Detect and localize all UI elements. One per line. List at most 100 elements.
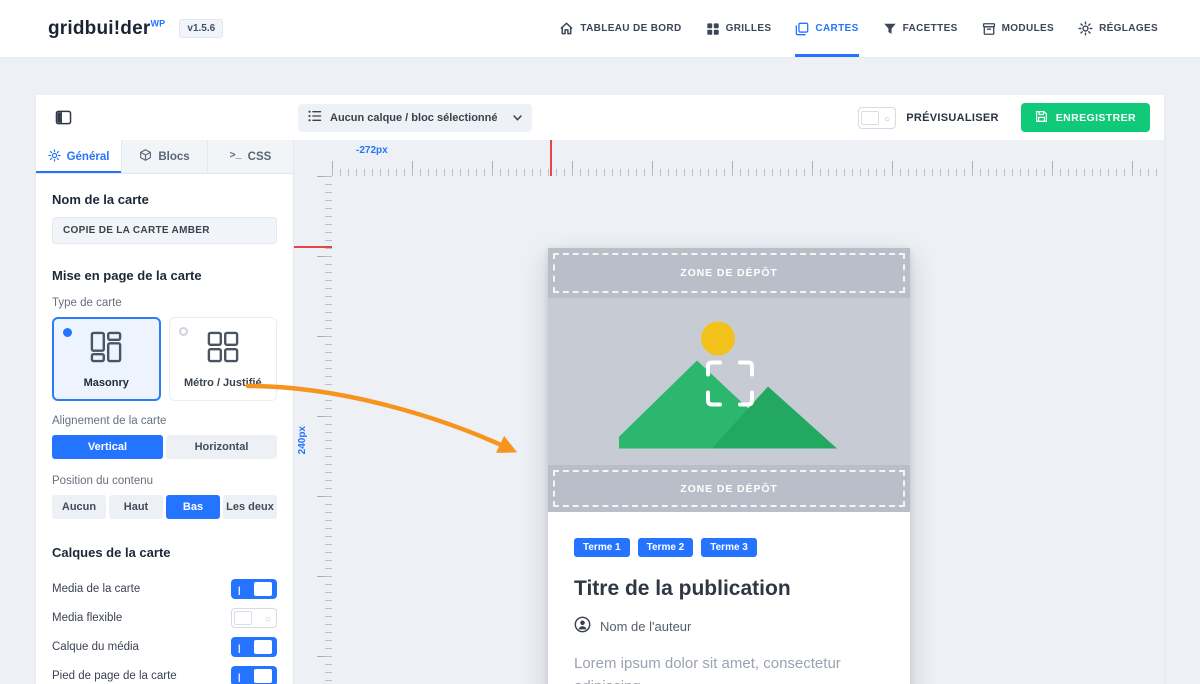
alignment-segments: Vertical Horizontal: [52, 435, 277, 459]
nav-item-cards[interactable]: CARTES: [795, 0, 858, 57]
position-both-button[interactable]: Les deux: [223, 495, 277, 519]
excerpt-line: Lorem ipsum dolor sit amet, consectetur …: [574, 652, 884, 684]
tab-label: Blocs: [158, 151, 189, 163]
tab-css[interactable]: >_ CSS: [208, 140, 293, 173]
masonry-icon: [89, 330, 123, 369]
card-type-options: Masonry Métro / Justifié: [52, 317, 277, 401]
save-label: ENREGISTRER: [1056, 112, 1136, 124]
home-icon: [559, 21, 574, 36]
save-icon: [1035, 110, 1048, 126]
author-block[interactable]: Nom de l'auteur: [574, 616, 884, 636]
image-placeholder-illustration: [619, 317, 839, 454]
modules-icon: [982, 22, 996, 36]
ruler-position-label-left: 240px: [297, 426, 308, 454]
alignment-label: Alignement de la carte: [52, 415, 277, 427]
nav-label: GRILLES: [726, 23, 772, 34]
dropzone-top[interactable]: ZONE DE DÉPÔT: [548, 248, 910, 298]
list-icon: [308, 109, 322, 127]
layer-select-value: Aucun calque / bloc sélectionné: [330, 112, 497, 124]
layer-label: Media flexible: [52, 612, 122, 624]
tab-general[interactable]: Général: [36, 140, 122, 173]
layer-row-media-overlay: Calque du média: [52, 632, 277, 661]
dropzone-bottom[interactable]: ZONE DE DÉPÔT: [548, 465, 910, 512]
card-preview[interactable]: ZONE DE DÉPÔT ZONE DE DÉPÔT Terme 1 Term…: [548, 248, 910, 684]
layer-label: Calque du média: [52, 641, 139, 653]
preview-toggle[interactable]: PRÉVISUALISER: [858, 107, 999, 129]
footer-toggle[interactable]: [231, 666, 277, 684]
dropzone-label: ZONE DE DÉPÔT: [553, 470, 905, 507]
position-none-button[interactable]: Aucun: [52, 495, 106, 519]
media-toggle[interactable]: [231, 579, 277, 599]
post-title-block[interactable]: Titre de la publication: [574, 577, 884, 601]
flexible-media-toggle[interactable]: [231, 608, 277, 628]
layer-label: Pied de page de la carte: [52, 670, 177, 682]
type-label: Masonry: [84, 377, 129, 389]
term-badge[interactable]: Terme 3: [701, 538, 757, 557]
card-type-label: Type de carte: [52, 297, 277, 309]
tab-label: Général: [67, 151, 110, 163]
builder-panel: Aucun calque / bloc sélectionné PRÉVISUA…: [36, 95, 1164, 684]
media-overlay-toggle[interactable]: [231, 637, 277, 657]
type-option-metro[interactable]: Métro / Justifié: [169, 317, 278, 401]
card-footer-block[interactable]: Terme 1 Terme 2 Terme 3 Titre de la publ…: [548, 512, 910, 684]
card-media-block[interactable]: ZONE DE DÉPÔT ZONE DE DÉPÔT: [548, 248, 910, 512]
gear-icon: [48, 149, 61, 165]
layer-select-dropdown[interactable]: Aucun calque / bloc sélectionné: [298, 104, 532, 132]
editor-canvas: -272px 240px: [294, 140, 1164, 684]
terms-block: Terme 1 Terme 2 Terme 3: [574, 538, 884, 557]
ruler-guide-horizontal: [294, 246, 332, 248]
layer-label: Media de la carte: [52, 583, 140, 595]
preview-switch[interactable]: [858, 107, 896, 129]
card-layers-heading: Calques de la carte: [52, 545, 277, 560]
nav-item-grids[interactable]: GRILLES: [706, 0, 772, 57]
tab-label: CSS: [248, 151, 272, 163]
ruler-guide-vertical: [550, 140, 552, 176]
facets-icon: [883, 22, 897, 36]
alignment-horizontal-button[interactable]: Horizontal: [166, 435, 277, 459]
nav-label: FACETTES: [903, 23, 958, 34]
metro-icon: [206, 330, 240, 369]
collapse-panel-icon[interactable]: [50, 106, 76, 130]
position-bottom-button[interactable]: Bas: [166, 495, 220, 519]
save-button[interactable]: ENREGISTRER: [1021, 103, 1150, 132]
content-position-segments: Aucun Haut Bas Les deux: [52, 495, 277, 519]
card-layout-heading: Mise en page de la carte: [52, 268, 277, 283]
excerpt-block[interactable]: Lorem ipsum dolor sit amet, consectetur …: [574, 652, 884, 684]
layer-row-footer: Pied de page de la carte: [52, 661, 277, 684]
type-option-masonry[interactable]: Masonry: [52, 317, 161, 401]
card-name-input[interactable]: [52, 217, 277, 244]
avatar-icon: [574, 616, 591, 636]
settings-sidebar: Général Blocs >_ CSS Nom de la carte Mis…: [36, 140, 294, 684]
preview-label: PRÉVISUALISER: [906, 112, 999, 124]
terminal-icon: >_: [230, 151, 242, 162]
tab-blocks[interactable]: Blocs: [122, 140, 208, 173]
cards-icon: [795, 22, 809, 36]
layer-row-flexible-media: Media flexible: [52, 603, 277, 632]
version-badge: v1.5.6: [179, 19, 223, 38]
layer-row-media: Media de la carte: [52, 574, 277, 603]
card-name-heading: Nom de la carte: [52, 192, 277, 207]
sidebar-tabs: Général Blocs >_ CSS: [36, 140, 293, 174]
radio-selected: [63, 328, 72, 337]
sun-shape: [701, 322, 735, 356]
nav-item-settings[interactable]: RÉGLAGES: [1078, 0, 1158, 57]
app-header: gridbui!derWP v1.5.6 TABLEAU DE BORD GRI…: [0, 0, 1200, 58]
term-badge[interactable]: Terme 1: [574, 538, 630, 557]
nav-item-facets[interactable]: FACETTES: [883, 0, 958, 57]
nav-item-modules[interactable]: MODULES: [982, 0, 1054, 57]
grid-icon: [706, 22, 720, 36]
main-nav: TABLEAU DE BORD GRILLES CARTES FACETTES …: [559, 0, 1158, 57]
position-top-button[interactable]: Haut: [109, 495, 163, 519]
logo-wp-superscript: WP: [150, 18, 165, 28]
chevron-down-icon: [513, 115, 522, 121]
alignment-vertical-button[interactable]: Vertical: [52, 435, 163, 459]
dropzone-label: ZONE DE DÉPÔT: [553, 253, 905, 293]
nav-item-dashboard[interactable]: TABLEAU DE BORD: [559, 0, 681, 57]
ruler-position-label-top: -272px: [356, 145, 388, 156]
nav-label: RÉGLAGES: [1099, 23, 1158, 34]
cube-icon: [139, 148, 152, 165]
term-badge[interactable]: Terme 2: [638, 538, 694, 557]
nav-label: MODULES: [1002, 23, 1054, 34]
horizontal-ruler: [332, 140, 1164, 176]
app-logo[interactable]: gridbui!derWP: [48, 18, 165, 40]
